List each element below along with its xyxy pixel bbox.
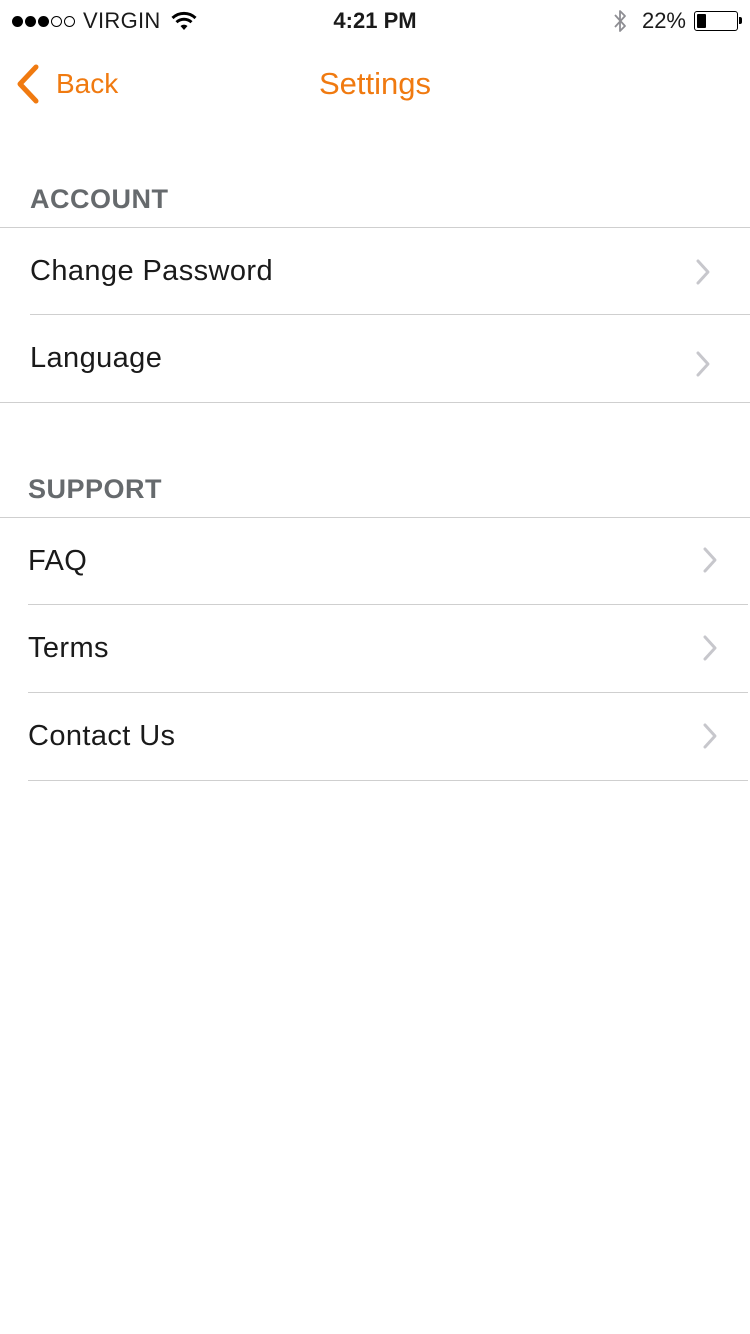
row-label: Language <box>30 342 163 374</box>
battery-icon <box>694 11 742 31</box>
settings-row-faq[interactable]: FAQ <box>0 518 750 605</box>
section-header-support: SUPPORT <box>28 474 163 504</box>
navigation-bar: Back Settings <box>0 40 750 128</box>
chevron-right-icon <box>696 351 710 377</box>
chevron-right-icon <box>703 635 717 661</box>
page-title: Settings <box>318 66 431 101</box>
row-label: Contact Us <box>28 720 176 752</box>
section-header-account: ACCOUNT <box>30 184 169 214</box>
chevron-right-icon <box>696 259 710 285</box>
divider <box>0 402 750 403</box>
row-label: FAQ <box>28 545 88 577</box>
settings-row-contact-us[interactable]: Contact Us <box>0 693 750 780</box>
status-bar: VIRGIN 4:21 PM 22% <box>0 0 750 40</box>
chevron-right-icon <box>703 723 717 749</box>
battery-percent: 22% <box>641 8 686 33</box>
settings-row-terms[interactable]: Terms <box>0 605 750 692</box>
battery-nub <box>739 17 742 24</box>
status-right: 22% <box>612 6 742 36</box>
row-label: Terms <box>28 632 109 664</box>
bluetooth-icon <box>614 10 626 32</box>
divider <box>28 780 748 781</box>
settings-row-change-password[interactable]: Change Password <box>0 228 750 315</box>
chevron-right-icon <box>703 547 717 573</box>
settings-row-language[interactable]: Language <box>0 315 750 402</box>
row-label: Change Password <box>30 255 273 287</box>
battery-fill <box>697 14 707 28</box>
